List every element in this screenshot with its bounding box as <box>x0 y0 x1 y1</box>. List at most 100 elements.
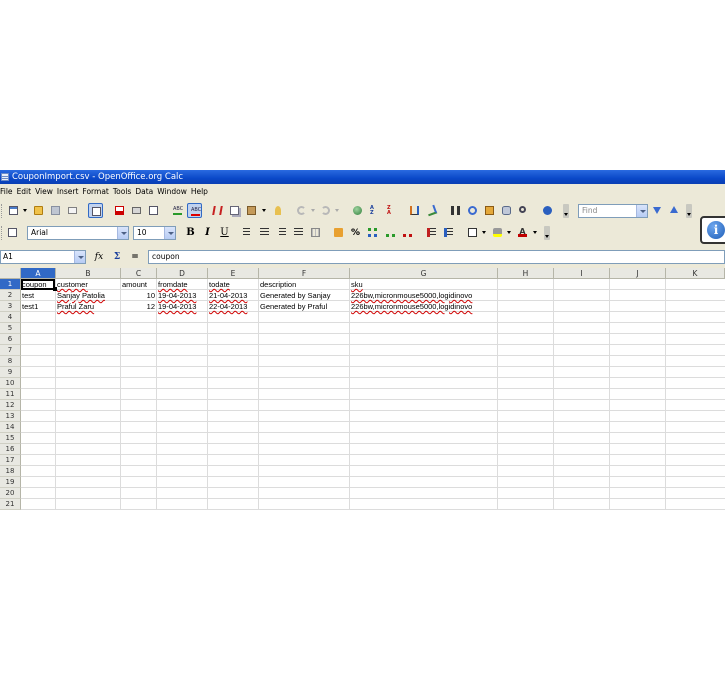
cell-a2[interactable]: test <box>21 290 55 301</box>
borders-button[interactable] <box>465 225 480 240</box>
page-preview-button[interactable] <box>146 203 161 218</box>
row-header-5[interactable]: 5 <box>0 323 21 334</box>
menu-format[interactable]: Format <box>81 185 111 199</box>
row-header-15[interactable]: 15 <box>0 433 21 444</box>
redo-button[interactable] <box>318 203 333 218</box>
background-color-button[interactable] <box>490 225 505 240</box>
email-button[interactable] <box>65 203 80 218</box>
zoom-button[interactable] <box>516 203 531 218</box>
align-right-button[interactable] <box>274 225 289 240</box>
toolbar-overflow-handle[interactable] <box>563 204 569 218</box>
toolbar-grip[interactable] <box>1 226 4 240</box>
cell-c2[interactable]: 10 <box>121 290 156 301</box>
column-header-f[interactable]: F <box>259 268 350 279</box>
toolbar-overflow-handle[interactable] <box>544 226 550 240</box>
column-header-g[interactable]: G <box>350 268 498 279</box>
column-header-e[interactable]: E <box>208 268 259 279</box>
row-header-18[interactable]: 18 <box>0 466 21 477</box>
add-decimal-button[interactable] <box>383 225 398 240</box>
save-button[interactable] <box>48 203 63 218</box>
menu-window[interactable]: Window <box>156 185 190 199</box>
percent-format-button[interactable]: % <box>349 226 362 240</box>
increase-indent-button[interactable] <box>441 225 456 240</box>
row-header-6[interactable]: 6 <box>0 334 21 345</box>
row-header-8[interactable]: 8 <box>0 356 21 367</box>
column-header-j[interactable]: J <box>610 268 666 279</box>
font-name-select[interactable]: Arial <box>27 226 129 240</box>
cell-d2[interactable]: 19-04-2013 <box>157 290 207 301</box>
toolbar-grip[interactable] <box>1 204 4 218</box>
find-input[interactable]: Find <box>578 204 648 218</box>
row-header-9[interactable]: 9 <box>0 367 21 378</box>
find-next-button[interactable] <box>650 203 665 218</box>
formula-input[interactable]: coupon <box>148 250 725 264</box>
gallery-button[interactable] <box>482 203 497 218</box>
chevron-down-icon[interactable] <box>23 209 27 212</box>
column-header-k[interactable]: K <box>666 268 725 279</box>
fill-handle[interactable] <box>53 287 57 291</box>
styles-formatting-button[interactable] <box>5 225 20 240</box>
undo-button[interactable] <box>294 203 309 218</box>
hyperlink-button[interactable] <box>350 203 365 218</box>
delete-decimal-button[interactable] <box>400 225 415 240</box>
export-pdf-button[interactable] <box>112 203 127 218</box>
cell-e2[interactable]: 21-04-2013 <box>208 290 258 301</box>
edit-file-button[interactable] <box>88 203 103 218</box>
show-draw-functions-button[interactable] <box>424 203 439 218</box>
find-replace-button[interactable] <box>448 203 463 218</box>
info-icon[interactable]: i <box>700 216 725 244</box>
redo-dropdown-icon[interactable] <box>335 209 339 212</box>
font-color-button[interactable]: A <box>515 225 530 240</box>
cell-c1[interactable]: amount <box>121 279 156 290</box>
sort-ascending-button[interactable]: AZ <box>367 203 382 218</box>
align-center-button[interactable] <box>257 225 272 240</box>
print-button[interactable] <box>129 203 144 218</box>
row-header-11[interactable]: 11 <box>0 389 21 400</box>
select-all-corner[interactable] <box>0 268 21 279</box>
function-button[interactable]: = <box>128 251 142 263</box>
sort-descending-button[interactable]: ZA <box>384 203 399 218</box>
row-header-17[interactable]: 17 <box>0 455 21 466</box>
underline-button[interactable]: U <box>218 226 231 240</box>
borders-dropdown-icon[interactable] <box>482 231 486 234</box>
cut-button[interactable] <box>210 203 225 218</box>
paste-button[interactable] <box>244 203 259 218</box>
undo-dropdown-icon[interactable] <box>311 209 315 212</box>
cell-g3[interactable]: 226bw,micronmouse5000,logidinovo <box>350 301 497 312</box>
function-wizard-button[interactable]: fx <box>92 251 106 263</box>
row-header-1[interactable]: 1 <box>0 279 21 290</box>
cell-b3[interactable]: Praful Zaru <box>56 301 120 312</box>
row-header-20[interactable]: 20 <box>0 488 21 499</box>
clone-formatting-button[interactable] <box>270 203 285 218</box>
column-header-a[interactable]: A <box>21 268 56 279</box>
justify-button[interactable] <box>291 225 306 240</box>
autospellcheck-button[interactable]: ABC <box>187 203 202 218</box>
cell-b1[interactable]: customer <box>56 279 120 290</box>
data-sources-button[interactable] <box>499 203 514 218</box>
help-button[interactable] <box>540 203 555 218</box>
cell-g2[interactable]: 226bw,micronmouse5000,logidinovo <box>350 290 497 301</box>
standard-number-format-button[interactable] <box>365 225 380 240</box>
font-color-dropdown-icon[interactable] <box>533 231 537 234</box>
spellcheck-button[interactable]: ABC <box>170 203 185 218</box>
cell-b2[interactable]: Sanjay Patolia <box>56 290 120 301</box>
cell-c3[interactable]: 12 <box>121 301 156 312</box>
column-header-i[interactable]: I <box>554 268 610 279</box>
row-header-13[interactable]: 13 <box>0 411 21 422</box>
navigator-button[interactable] <box>465 203 480 218</box>
cell-e3[interactable]: 22-04-2013 <box>208 301 258 312</box>
row-header-14[interactable]: 14 <box>0 422 21 433</box>
cell-a1[interactable]: coupon <box>21 279 55 290</box>
sum-button[interactable]: Σ <box>110 251 124 263</box>
name-box[interactable]: A1 <box>0 250 86 264</box>
cell-d3[interactable]: 19-04-2013 <box>157 301 207 312</box>
cell-d1[interactable]: fromdate <box>157 279 207 290</box>
row-header-16[interactable]: 16 <box>0 444 21 455</box>
cell-a3[interactable]: test1 <box>21 301 55 312</box>
currency-format-button[interactable] <box>331 225 346 240</box>
insert-chart-button[interactable] <box>407 203 422 218</box>
italic-button[interactable]: I <box>201 226 214 240</box>
open-button[interactable] <box>31 203 46 218</box>
row-header-21[interactable]: 21 <box>0 499 21 510</box>
cell-g1[interactable]: sku <box>350 279 497 290</box>
